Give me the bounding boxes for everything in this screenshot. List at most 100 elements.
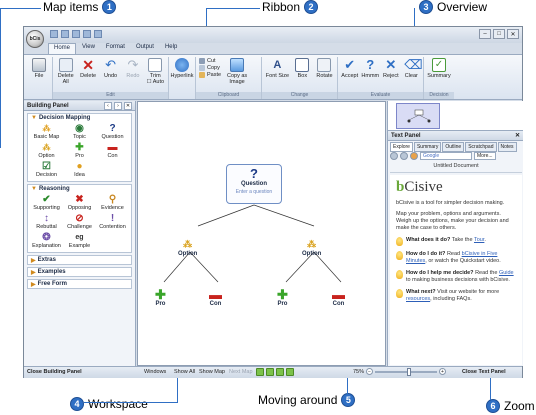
item-question[interactable]: ? Question: [96, 123, 129, 140]
section-extras[interactable]: ▶ Extras: [27, 255, 132, 265]
next-panel-icon[interactable]: ›: [114, 101, 122, 110]
question-node-prompt[interactable]: Enter a question: [236, 189, 272, 195]
redo-quick-icon[interactable]: [94, 30, 102, 38]
item-evidence[interactable]: ⚲ Evidence: [96, 194, 129, 211]
more-button[interactable]: More...: [474, 152, 496, 160]
pro-node-2[interactable]: ✚ Pro: [277, 288, 288, 307]
item-opposing[interactable]: ✖ Opposing: [63, 194, 96, 211]
option-icon: ⁂: [42, 143, 51, 152]
tab-help[interactable]: Help: [160, 43, 182, 54]
undo-button[interactable]: ↶ Undo: [101, 57, 120, 80]
redo-button[interactable]: ↷ Redo: [123, 58, 142, 80]
guide-link[interactable]: Guide: [499, 270, 514, 276]
close-building-panel-button[interactable]: Close Building Panel: [27, 369, 82, 375]
paste-button[interactable]: Paste: [199, 72, 221, 78]
section-decision-mapping-header[interactable]: ▼ Decision Mapping: [28, 114, 131, 122]
zoom-in-icon[interactable]: +: [439, 368, 447, 375]
item-decision[interactable]: ☑ Decision: [30, 161, 63, 178]
item-topic[interactable]: ◉ Topic: [63, 123, 96, 140]
con-node-2[interactable]: ▬ Con: [332, 288, 345, 307]
item-contention[interactable]: ! Contention: [96, 213, 129, 230]
zoom-slider-thumb[interactable]: [407, 367, 412, 376]
close-text-panel-icon[interactable]: ✕: [515, 132, 520, 139]
pan-up-icon[interactable]: [266, 368, 274, 376]
hyperlink-button[interactable]: Hyperlink: [171, 58, 193, 79]
trim-button[interactable]: Trim ☐ Auto: [146, 58, 165, 85]
next-map-button[interactable]: Next Map: [229, 369, 253, 375]
overview-viewport[interactable]: [396, 103, 440, 129]
close-panel-icon[interactable]: ✕: [124, 101, 132, 110]
pro-node-1[interactable]: ✚ Pro: [155, 288, 166, 307]
save-icon[interactable]: [72, 30, 80, 38]
show-map-button[interactable]: Show Map: [199, 369, 225, 375]
delete-button[interactable]: ✕ Delete: [78, 58, 97, 79]
rotate-button[interactable]: Rotate: [315, 58, 334, 79]
qa-4-answer: Visit our website for more: [437, 289, 500, 295]
workspace-canvas[interactable]: ? Question Enter a question ⁂ Option ⁂ O…: [137, 101, 386, 366]
item-con[interactable]: ▬ Con: [96, 142, 129, 159]
undo-icon: ↶: [105, 57, 116, 72]
section-free-form[interactable]: ▶ Free Form: [27, 279, 132, 289]
option-node-left[interactable]: ⁂ Option: [178, 238, 197, 257]
windows-menu[interactable]: Windows: [144, 369, 166, 375]
close-text-panel-button[interactable]: Close Text Panel: [462, 369, 506, 375]
font-size-button[interactable]: A Font Size: [265, 58, 290, 79]
auto-checkbox[interactable]: ☐ Auto: [147, 79, 164, 85]
item-supporting[interactable]: ✔ Supporting: [30, 194, 63, 211]
item-idea-label: Idea: [74, 172, 85, 178]
item-idea[interactable]: ● Idea: [63, 161, 96, 178]
question-node[interactable]: ? Question Enter a question: [226, 164, 282, 204]
pan-down-icon[interactable]: [276, 368, 284, 376]
section-examples[interactable]: ▶ Examples: [27, 267, 132, 277]
home-icon[interactable]: [410, 152, 418, 160]
item-pro[interactable]: ✚ Pro: [63, 142, 96, 159]
overview-pane[interactable]: [388, 101, 523, 131]
forward-icon[interactable]: [400, 152, 408, 160]
item-explanation[interactable]: ❂ Explanation: [30, 232, 63, 249]
zoom-slider[interactable]: [375, 367, 438, 376]
file-button[interactable]: File: [29, 58, 49, 79]
tab-output[interactable]: Output: [131, 43, 159, 54]
zoom-out-icon[interactable]: −: [366, 368, 374, 375]
hmmm-button[interactable]: ? Hmmm: [361, 58, 379, 80]
option-node-right[interactable]: ⁂ Option: [302, 238, 321, 257]
copy-as-image-button[interactable]: Copy as Image: [224, 58, 250, 85]
item-rebuttal[interactable]: ↕ Rebuttal: [30, 213, 63, 230]
app-window: – □ ✕ bCis Home View Format Output Help …: [23, 26, 523, 378]
accept-button[interactable]: ✔ Accept: [341, 58, 358, 80]
tour-link[interactable]: Tour: [474, 237, 484, 243]
pan-left-icon[interactable]: [256, 368, 264, 376]
tab-format[interactable]: Format: [101, 43, 130, 54]
back-icon[interactable]: [390, 152, 398, 160]
item-basic-map[interactable]: ⁂ Basic Map: [30, 123, 63, 140]
con-node-1[interactable]: ▬ Con: [209, 288, 222, 307]
summary-button[interactable]: ✓ Summary: [427, 58, 451, 79]
box-button[interactable]: Box: [293, 58, 312, 79]
google-search-input[interactable]: Google: [420, 152, 472, 160]
close-window-button[interactable]: ✕: [507, 29, 519, 39]
new-icon[interactable]: [50, 30, 58, 38]
app-menu-orb[interactable]: bCis: [26, 30, 44, 48]
tab-home[interactable]: Home: [48, 43, 77, 54]
prev-panel-icon[interactable]: ‹: [104, 101, 112, 110]
item-pro-label: Pro: [75, 153, 84, 159]
reject-button[interactable]: ✕ Reject: [382, 58, 399, 80]
item-option[interactable]: ⁂ Option: [30, 142, 63, 159]
item-basic-map-label: Basic Map: [33, 134, 60, 140]
resources-link[interactable]: resources: [406, 296, 430, 302]
cut-button[interactable]: Cut: [199, 58, 221, 64]
delete-all-button[interactable]: Delete All: [56, 58, 75, 85]
tab-view[interactable]: View: [77, 43, 100, 54]
clear-button[interactable]: ⌫ Clear: [403, 58, 422, 80]
minimize-button[interactable]: –: [479, 29, 491, 39]
item-example[interactable]: eg Example: [63, 232, 96, 249]
callout-overview-label: Overview: [437, 0, 488, 14]
section-reasoning-header[interactable]: ▼ Reasoning: [28, 185, 131, 193]
show-all-button[interactable]: Show All: [174, 369, 195, 375]
maximize-button[interactable]: □: [493, 29, 505, 39]
copy-button[interactable]: Copy: [199, 65, 221, 71]
pan-right-icon[interactable]: [286, 368, 294, 376]
item-challenge[interactable]: ⊘ Challenge: [63, 213, 96, 230]
open-icon[interactable]: [61, 30, 69, 38]
undo-quick-icon[interactable]: [83, 30, 91, 38]
